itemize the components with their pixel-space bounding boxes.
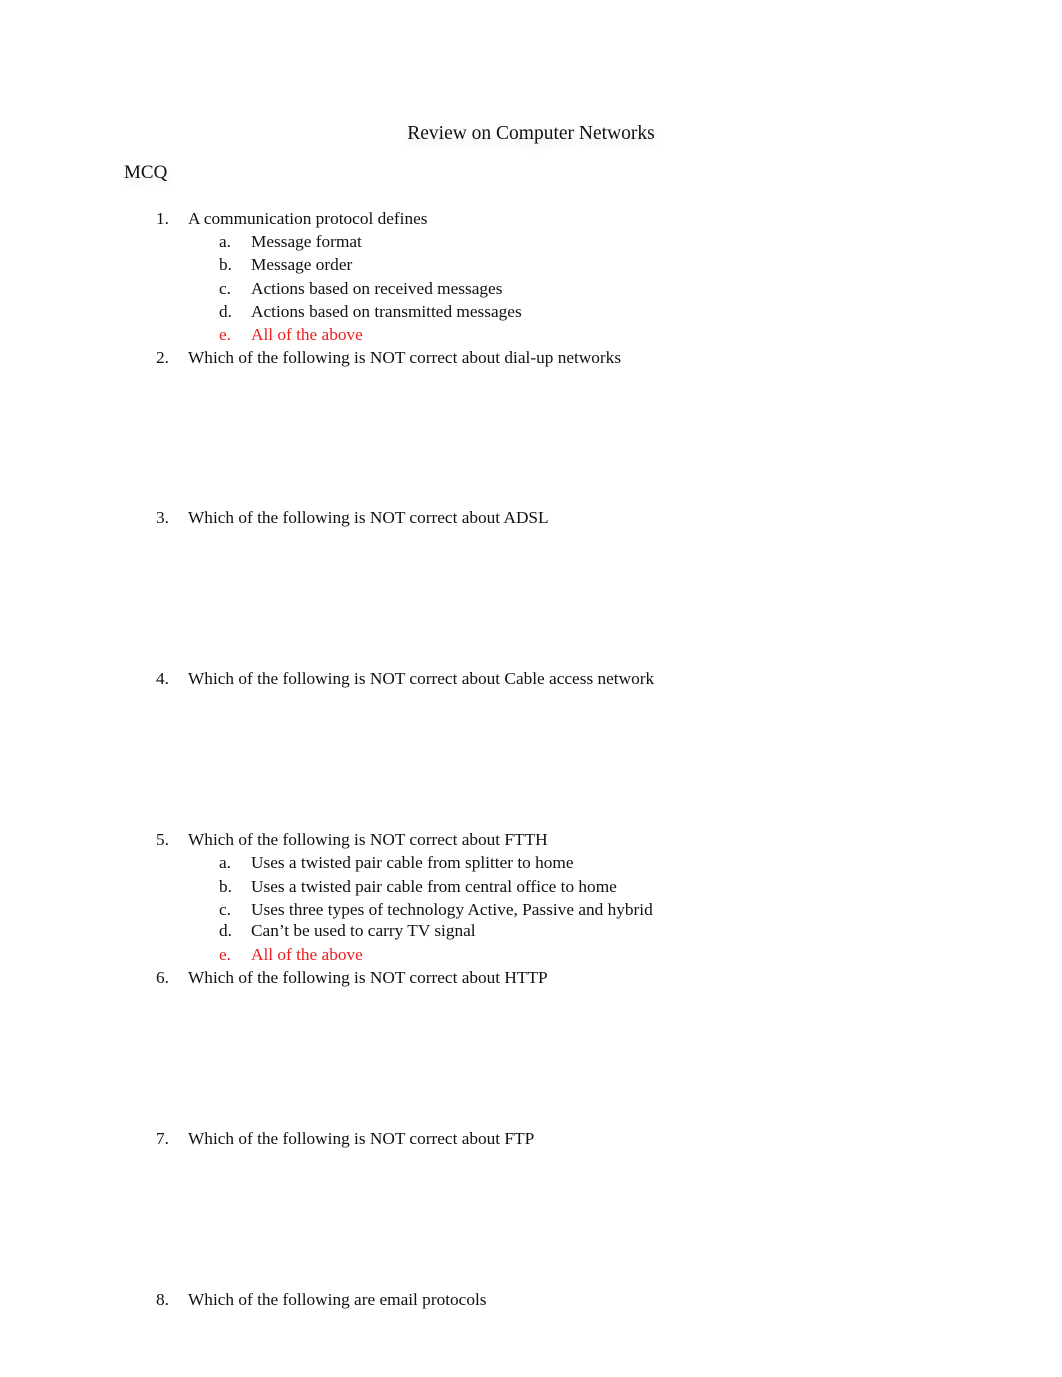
- question-text: Which of the following is NOT correct ab…: [188, 968, 548, 987]
- option-letter: a.: [219, 232, 231, 251]
- option-text: Can’t be used to carry TV signal: [251, 921, 476, 940]
- option-letter: d.: [219, 921, 232, 940]
- option-letter: a.: [219, 853, 231, 872]
- question-5-option-e-correct-answer: e. All of the above: [0, 944, 1062, 966]
- question-6: 6. Which of the following is NOT correct…: [0, 967, 1062, 989]
- question-3: 3. Which of the following is NOT correct…: [0, 507, 1062, 529]
- option-letter: c.: [219, 279, 231, 298]
- question-number: 8.: [156, 1290, 169, 1309]
- option-text: All of the above: [251, 945, 363, 964]
- question-5-option-b: b. Uses a twisted pair cable from centra…: [0, 876, 1062, 898]
- question-7: 7. Which of the following is NOT correct…: [0, 1128, 1062, 1150]
- question-text: Which of the following is NOT correct ab…: [188, 508, 549, 527]
- section-heading-mcq: MCQ: [124, 162, 168, 183]
- option-letter: d.: [219, 302, 232, 321]
- question-2: 2. Which of the following is NOT correct…: [0, 347, 1062, 369]
- question-number: 5.: [156, 830, 169, 849]
- question-1-option-b: b. Message order: [0, 254, 1062, 276]
- option-text: Uses a twisted pair cable from splitter …: [251, 853, 574, 872]
- question-8: 8. Which of the following are email prot…: [0, 1289, 1062, 1311]
- question-1-option-d: d. Actions based on transmitted messages: [0, 301, 1062, 323]
- option-text: Message format: [251, 232, 362, 251]
- option-text: Actions based on received messages: [251, 279, 503, 298]
- option-text: Message order: [251, 255, 353, 274]
- option-letter: e.: [219, 325, 231, 344]
- document-title: Review on Computer Networks: [407, 123, 655, 144]
- question-text: Which of the following is NOT correct ab…: [188, 348, 622, 367]
- option-text: Actions based on transmitted messages: [251, 302, 522, 321]
- question-number: 2.: [156, 348, 169, 367]
- question-number: 1.: [156, 209, 169, 228]
- option-letter: b.: [219, 877, 232, 896]
- question-5-option-d: d. Can’t be used to carry TV signal: [0, 920, 1062, 942]
- question-1-option-e-correct-answer: e. All of the above: [0, 324, 1062, 346]
- question-1-option-c: c. Actions based on received messages: [0, 278, 1062, 300]
- option-letter: e.: [219, 945, 231, 964]
- document-page: Review on Computer Networks MCQ 1. A com…: [0, 0, 1062, 1377]
- question-1: 1. A communication protocol defines: [0, 208, 1062, 230]
- option-text: Uses a twisted pair cable from central o…: [251, 877, 617, 896]
- option-letter: c.: [219, 900, 231, 919]
- question-1-option-a: a. Message format: [0, 231, 1062, 253]
- question-text: Which of the following is NOT correct ab…: [188, 669, 655, 688]
- question-number: 6.: [156, 968, 169, 987]
- question-5-option-c: c. Uses three types of technology Active…: [0, 899, 1062, 921]
- question-number: 4.: [156, 669, 169, 688]
- question-number: 7.: [156, 1129, 169, 1148]
- question-text: Which of the following is NOT correct ab…: [188, 1129, 535, 1148]
- question-5: 5. Which of the following is NOT correct…: [0, 829, 1062, 851]
- option-text: Uses three types of technology Active, P…: [251, 900, 653, 919]
- question-text: Which of the following are email protoco…: [188, 1290, 487, 1309]
- question-text: Which of the following is NOT correct ab…: [188, 830, 548, 849]
- question-4: 4. Which of the following is NOT correct…: [0, 668, 1062, 690]
- question-text: A communication protocol defines: [188, 209, 428, 228]
- option-text: All of the above: [251, 325, 363, 344]
- option-letter: b.: [219, 255, 232, 274]
- question-number: 3.: [156, 508, 169, 527]
- question-5-option-a: a. Uses a twisted pair cable from splitt…: [0, 852, 1062, 874]
